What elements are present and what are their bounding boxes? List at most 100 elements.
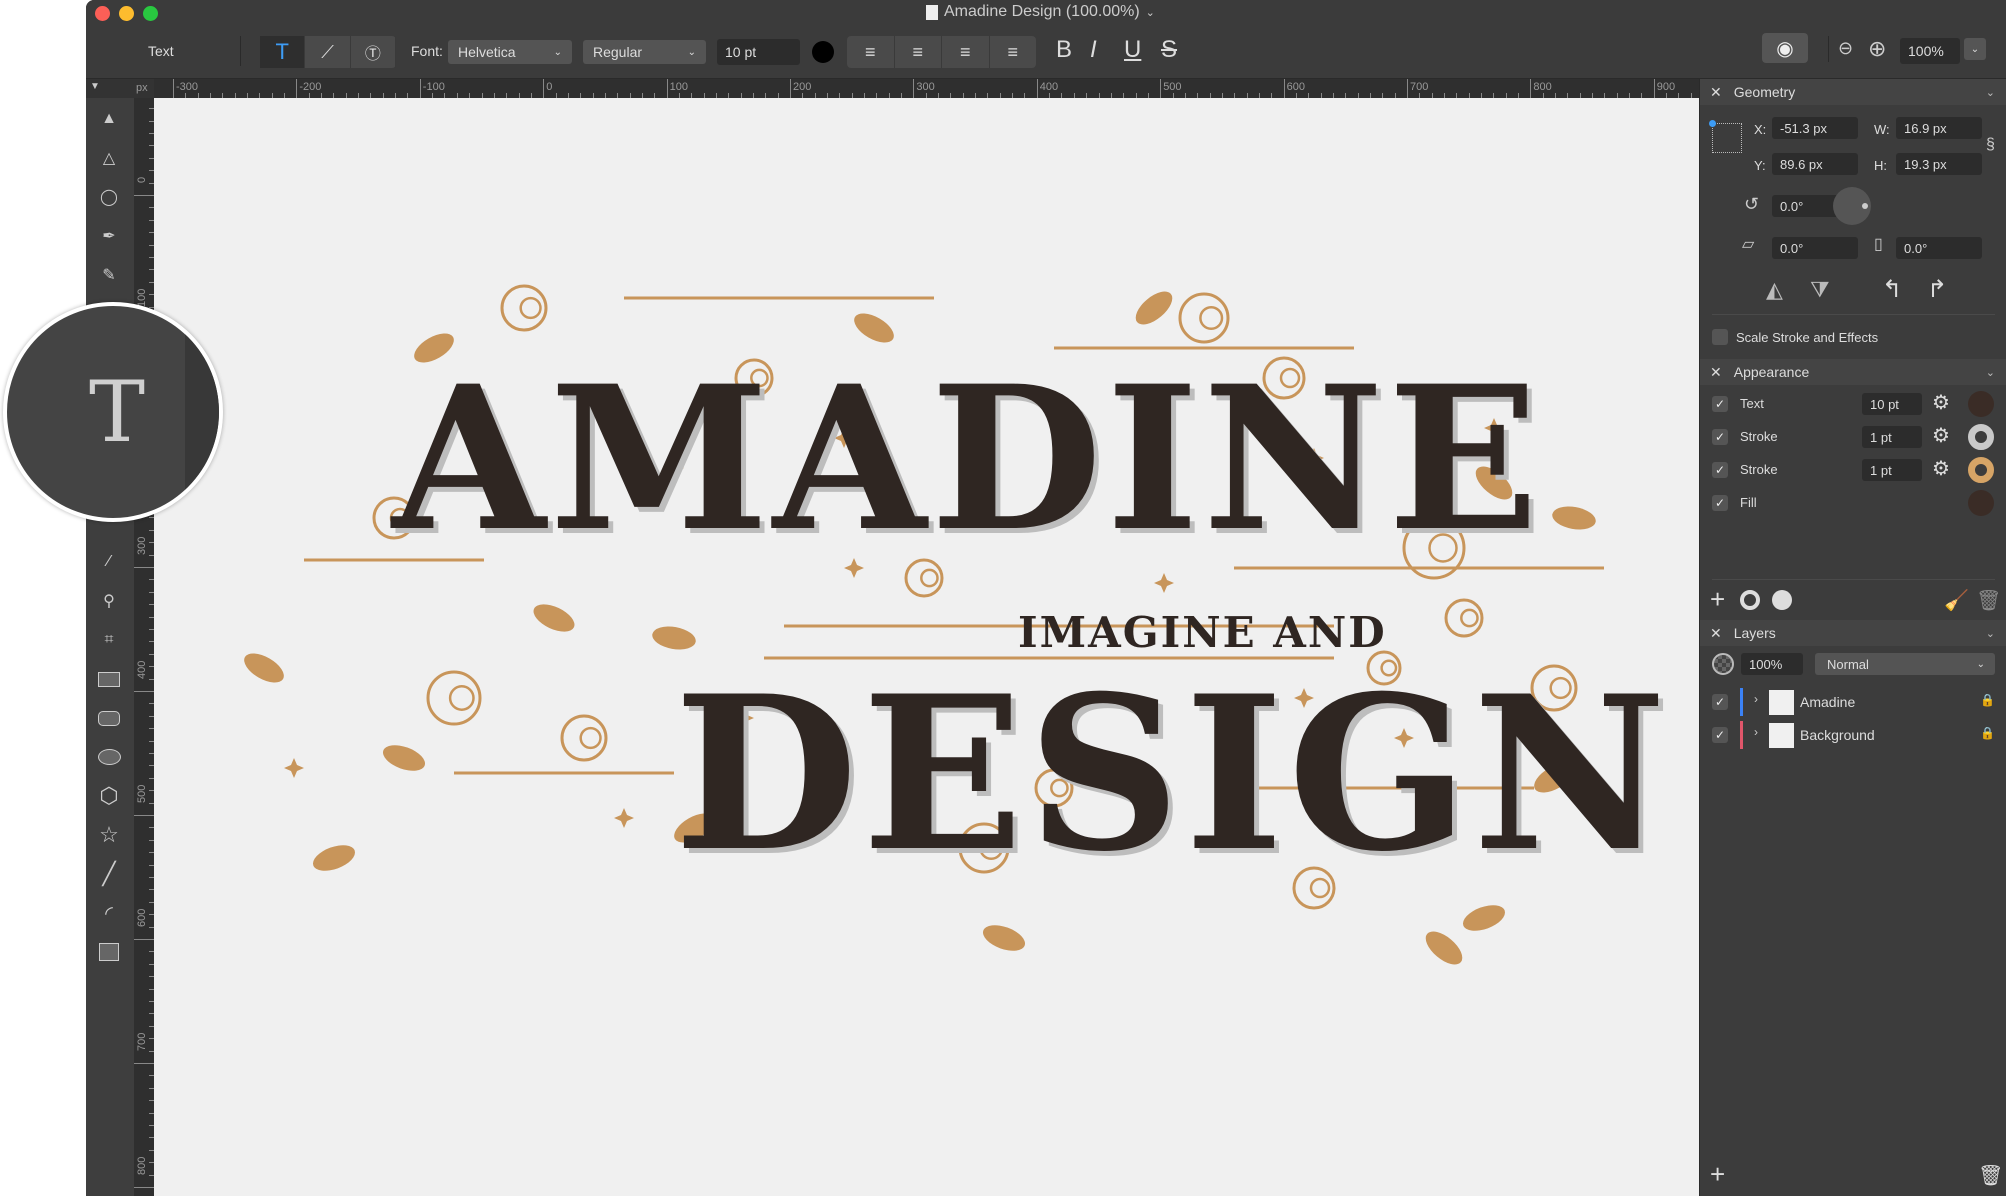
rotate-right-icon[interactable]: ↱ — [1927, 275, 1947, 304]
visibility-checkbox[interactable]: ✓ — [1712, 495, 1728, 511]
bold-button[interactable]: B — [1056, 36, 1072, 64]
add-fill-icon[interactable] — [1772, 590, 1792, 610]
add-attribute-icon[interactable]: + — [1710, 584, 1725, 615]
star-tool-icon[interactable]: ☆ — [94, 820, 124, 850]
y-input[interactable]: 89.6 px — [1772, 153, 1858, 175]
appearance-value-input[interactable]: 10 pt — [1862, 393, 1922, 415]
align-justify-icon[interactable]: ≡ — [990, 36, 1037, 68]
crop-tool-icon[interactable]: ⌗ — [94, 625, 124, 655]
text-color-swatch[interactable] — [812, 41, 834, 63]
vertical-ruler[interactable]: 0100200300400500600700800 — [134, 98, 154, 1196]
flip-vertical-icon[interactable]: ⧩ — [1810, 277, 1830, 303]
view-mode-button[interactable]: ◉ — [1762, 33, 1808, 63]
zoom-dropdown[interactable]: ⌄ — [1964, 38, 1986, 60]
anchor-point-grid[interactable] — [1709, 120, 1742, 153]
stroke-color-swatch[interactable] — [1968, 424, 1994, 450]
italic-button[interactable]: I — [1090, 36, 1097, 64]
visibility-checkbox[interactable]: ✓ — [1712, 462, 1728, 478]
underline-button[interactable]: U — [1124, 36, 1141, 64]
delete-attribute-icon[interactable]: 🗑 — [1976, 588, 2001, 613]
path-text-icon[interactable]: ⟋ — [305, 36, 351, 68]
lock-icon[interactable]: 🔒 — [1980, 726, 1995, 740]
fill-color-swatch[interactable] — [1968, 490, 1994, 516]
flip-horizontal-icon[interactable]: ◭ — [1766, 277, 1783, 303]
skew-vertical-input[interactable]: 0.0° — [1896, 237, 1982, 259]
appearance-value-input[interactable]: 1 pt — [1862, 459, 1922, 481]
lasso-tool-icon[interactable]: ◯ — [94, 182, 124, 212]
rotation-dial[interactable] — [1833, 187, 1871, 225]
minimize-window-button[interactable] — [119, 6, 134, 21]
align-center-icon[interactable]: ≡ — [895, 36, 942, 68]
selection-tool-icon[interactable]: ▲ — [94, 104, 124, 134]
gear-icon[interactable]: ⚙ — [1932, 423, 1950, 448]
area-text-icon[interactable]: Ⓣ — [351, 36, 396, 68]
rotate-left-icon[interactable]: ↰ — [1882, 275, 1902, 304]
ellipse-tool-icon[interactable] — [94, 742, 124, 772]
appearance-row[interactable]: ✓ Stroke 1 pt ⚙ — [1700, 422, 2006, 452]
window-title[interactable]: Amadine Design (100.00%) ⌄ — [926, 3, 1155, 21]
artwork-title-amadine[interactable]: AMADINE — [392, 360, 1543, 558]
add-layer-icon[interactable]: + — [1710, 1159, 1725, 1190]
ruler-unit[interactable]: px — [136, 82, 148, 94]
zoom-out-icon[interactable]: ⊖ — [1838, 38, 1853, 59]
layer-opacity-input[interactable]: 100% — [1741, 653, 1803, 675]
align-left-icon[interactable]: ≡ — [847, 36, 895, 68]
chevron-down-icon[interactable]: ⌄ — [1986, 366, 1995, 379]
height-input[interactable]: 19.3 px — [1896, 153, 1982, 175]
horizontal-ruler[interactable]: -300 -200 -100 0 100 200 300 400 500 600 700 800 900 — [154, 79, 1699, 98]
gear-icon[interactable]: ⚙ — [1932, 390, 1950, 415]
geometry-header[interactable]: ✕ Geometry ⌄ — [1700, 79, 2006, 105]
close-icon[interactable]: ✕ — [1710, 625, 1722, 642]
visibility-checkbox[interactable]: ✓ — [1712, 396, 1728, 412]
polygon-tool-icon[interactable]: ⬡ — [94, 781, 124, 811]
layer-visibility-checkbox[interactable]: ✓ — [1712, 727, 1728, 743]
close-icon[interactable]: ✕ — [1710, 364, 1722, 381]
pen-tool-icon[interactable]: ✒ — [94, 221, 124, 251]
font-size-input[interactable]: 10 pt — [717, 39, 800, 65]
tools-collapse-icon[interactable]: ▼ — [90, 81, 100, 92]
chevron-down-icon[interactable]: ⌄ — [1986, 627, 1995, 640]
visibility-checkbox[interactable]: ✓ — [1712, 429, 1728, 445]
line-tool-icon[interactable]: ╱ — [94, 859, 124, 889]
appearance-row[interactable]: ✓ Text 10 pt ⚙ — [1700, 389, 2006, 419]
lock-icon[interactable]: 🔒 — [1980, 693, 1995, 707]
appearance-value-input[interactable]: 1 pt — [1862, 426, 1922, 448]
canvas[interactable]: AMADINE IMAGINE AND DESIGN — [154, 98, 1699, 1196]
gear-icon[interactable]: ⚙ — [1932, 456, 1950, 481]
font-style-select[interactable]: Regular ⌄ — [583, 40, 706, 64]
zoom-window-button[interactable] — [143, 6, 158, 21]
rectangle-tool-icon[interactable] — [94, 664, 124, 694]
close-icon[interactable]: ✕ — [1710, 84, 1722, 101]
point-text-icon[interactable]: T — [260, 36, 306, 68]
artwork-title-design[interactable]: DESIGN — [674, 668, 1671, 880]
direct-selection-tool-icon[interactable]: △ — [94, 143, 124, 173]
zoom-in-icon[interactable]: ⊕ — [1868, 36, 1886, 62]
scale-stroke-checkbox[interactable] — [1712, 329, 1728, 345]
link-proportions-icon[interactable]: § — [1986, 136, 1995, 154]
pencil-tool-icon[interactable]: ✎ — [94, 260, 124, 290]
zoom-input[interactable]: 100% — [1900, 38, 1960, 64]
appearance-row[interactable]: ✓ Fill — [1700, 488, 2006, 518]
rounded-rectangle-tool-icon[interactable] — [94, 703, 124, 733]
expand-chevron-icon[interactable]: › — [1754, 725, 1758, 739]
clear-appearance-icon[interactable]: 🧹 — [1944, 588, 1969, 613]
stroke-color-swatch[interactable] — [1968, 457, 1994, 483]
appearance-header[interactable]: ✕ Appearance ⌄ — [1700, 359, 2006, 385]
layer-row[interactable]: ✓ › Amadine 🔒 — [1700, 686, 2006, 718]
zoom-tool-icon[interactable]: ⚲ — [94, 586, 124, 616]
artboard-tool-icon[interactable] — [94, 937, 124, 967]
expand-chevron-icon[interactable]: › — [1754, 692, 1758, 706]
layer-row[interactable]: ✓ › Background 🔒 — [1700, 719, 2006, 751]
appearance-row[interactable]: ✓ Stroke 1 pt ⚙ — [1700, 455, 2006, 485]
close-window-button[interactable] — [95, 6, 110, 21]
layers-header[interactable]: ✕ Layers ⌄ — [1700, 620, 2006, 646]
add-stroke-icon[interactable] — [1740, 590, 1760, 610]
chevron-down-icon[interactable]: ⌄ — [1986, 86, 1995, 99]
layer-visibility-checkbox[interactable]: ✓ — [1712, 694, 1728, 710]
fill-color-swatch[interactable] — [1968, 391, 1994, 417]
skew-horizontal-input[interactable]: 0.0° — [1772, 237, 1858, 259]
font-family-select[interactable]: Helvetica ⌄ — [448, 40, 572, 64]
align-right-icon[interactable]: ≡ — [942, 36, 990, 68]
strikethrough-button[interactable]: S — [1161, 36, 1177, 64]
x-input[interactable]: -51.3 px — [1772, 117, 1858, 139]
